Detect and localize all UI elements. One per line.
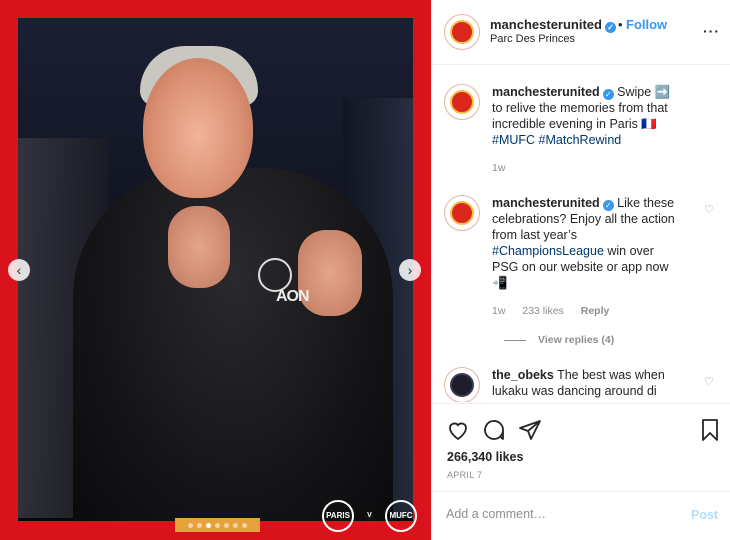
post-actions: 266,340 likes APRIL 7 xyxy=(432,403,730,491)
next-slide-button[interactable]: › xyxy=(399,259,421,281)
post-photo: AON xyxy=(18,18,413,521)
carousel-dot-active xyxy=(206,522,211,528)
comment-likes[interactable]: 233 likes xyxy=(522,305,563,317)
carousel-dot xyxy=(215,522,220,528)
view-replies-button[interactable]: View replies (4) xyxy=(504,334,614,346)
comment-username[interactable]: the_obeks xyxy=(492,368,554,382)
avatar[interactable] xyxy=(444,84,480,120)
likes-count[interactable]: 266,340 likes xyxy=(447,450,523,464)
verified-icon: ✓ xyxy=(604,22,616,33)
separator-dot: • xyxy=(618,17,623,32)
comment-input[interactable] xyxy=(446,507,676,521)
sponsor-logo: AON xyxy=(276,288,310,305)
comment-text: the_obeks The best was when lukaku was d… xyxy=(492,368,665,398)
post-header: manchesterunited ✓ • Follow Parc Des Prin… xyxy=(432,0,730,65)
post-comment-button[interactable]: Post xyxy=(691,508,718,522)
comment-meta: 1w xyxy=(492,162,519,174)
post-date: APRIL 7 xyxy=(447,470,483,480)
versus-label: V xyxy=(364,510,375,521)
comment-meta: 1w 233 likes Reply xyxy=(492,305,623,317)
follow-button[interactable]: Follow xyxy=(626,17,667,32)
comments-list: manchesterunited ✓ Swipe ➡️ to relive the… xyxy=(432,66,730,402)
hashtag-link[interactable]: #MUFC xyxy=(492,133,535,147)
heart-icon[interactable] xyxy=(446,418,470,442)
bookmark-icon[interactable] xyxy=(698,418,722,442)
hashtag-link[interactable]: #ChampionsLeague xyxy=(492,244,604,258)
match-strip: PARIS V MUFC xyxy=(308,491,431,540)
comment-username[interactable]: manchesterunited xyxy=(492,196,600,210)
caption-text: manchesterunited ✓ Swipe ➡️ to relive the… xyxy=(492,85,671,147)
post-side-panel: manchesterunited ✓ • Follow Parc Des Prin… xyxy=(431,0,730,540)
comment-box: Post xyxy=(432,491,730,540)
man-utd-badge-icon: MUFC xyxy=(385,499,417,532)
location-link[interactable]: Parc Des Princes xyxy=(490,33,575,45)
more-options-icon[interactable]: ··· xyxy=(703,23,720,39)
comment-time: 1w xyxy=(492,305,506,317)
hashtag-link[interactable]: #MatchRewind xyxy=(539,133,622,147)
comment-icon[interactable] xyxy=(482,418,506,442)
carousel-dot xyxy=(224,522,229,528)
comment-text: manchesterunited ✓ Like these celebration… xyxy=(492,196,675,290)
instagram-post-modal: AON ‹ › PARIS V MUFC manchesterunited ✓ • xyxy=(0,0,730,540)
like-comment-heart-icon[interactable]: ♡ xyxy=(704,375,714,388)
like-comment-heart-icon[interactable]: ♡ xyxy=(704,203,714,216)
header-username[interactable]: manchesterunited ✓ xyxy=(490,17,616,33)
comment-time: 1w xyxy=(492,162,506,174)
carousel-dot xyxy=(242,522,247,528)
avatar[interactable] xyxy=(444,195,480,231)
verified-icon: ✓ xyxy=(602,200,614,211)
avatar[interactable] xyxy=(444,14,480,50)
avatar[interactable] xyxy=(444,367,480,402)
carousel-dot xyxy=(233,522,238,528)
previous-slide-button[interactable]: ‹ xyxy=(8,259,30,281)
reply-button[interactable]: Reply xyxy=(581,305,610,317)
club-crest-icon xyxy=(258,258,292,292)
comment-username[interactable]: manchesterunited xyxy=(492,85,600,99)
verified-icon: ✓ xyxy=(602,89,614,100)
psg-badge-icon: PARIS xyxy=(322,499,354,532)
carousel-dot xyxy=(197,522,202,528)
carousel-dot xyxy=(188,522,193,528)
post-media: AON ‹ › PARIS V MUFC xyxy=(0,0,431,540)
carousel-indicator xyxy=(175,518,260,532)
share-icon[interactable] xyxy=(518,418,542,442)
